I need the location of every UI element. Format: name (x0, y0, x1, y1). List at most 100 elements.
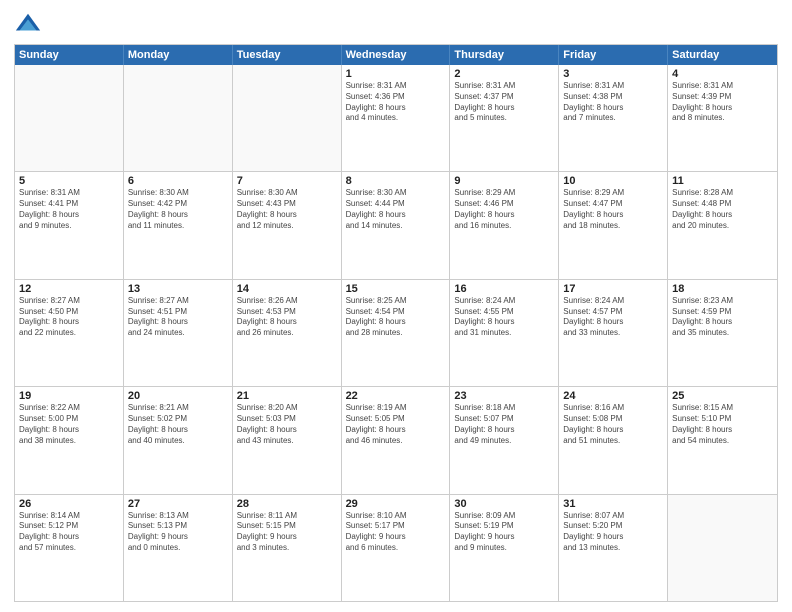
calendar-cell (124, 65, 233, 171)
cell-info: Sunrise: 8:18 AM Sunset: 5:07 PM Dayligh… (454, 403, 554, 446)
day-header-wednesday: Wednesday (342, 45, 451, 65)
calendar-cell: 15Sunrise: 8:25 AM Sunset: 4:54 PM Dayli… (342, 280, 451, 386)
cell-info: Sunrise: 8:26 AM Sunset: 4:53 PM Dayligh… (237, 296, 337, 339)
cell-info: Sunrise: 8:31 AM Sunset: 4:36 PM Dayligh… (346, 81, 446, 124)
cell-info: Sunrise: 8:19 AM Sunset: 5:05 PM Dayligh… (346, 403, 446, 446)
cell-info: Sunrise: 8:30 AM Sunset: 4:42 PM Dayligh… (128, 188, 228, 231)
day-number: 3 (563, 68, 663, 80)
day-number: 19 (19, 390, 119, 402)
calendar-cell: 25Sunrise: 8:15 AM Sunset: 5:10 PM Dayli… (668, 387, 777, 493)
day-number: 6 (128, 175, 228, 187)
calendar-cell: 10Sunrise: 8:29 AM Sunset: 4:47 PM Dayli… (559, 172, 668, 278)
cell-info: Sunrise: 8:16 AM Sunset: 5:08 PM Dayligh… (563, 403, 663, 446)
calendar-row-3: 19Sunrise: 8:22 AM Sunset: 5:00 PM Dayli… (15, 386, 777, 493)
logo-icon (14, 10, 42, 38)
calendar-row-4: 26Sunrise: 8:14 AM Sunset: 5:12 PM Dayli… (15, 494, 777, 601)
calendar-cell: 24Sunrise: 8:16 AM Sunset: 5:08 PM Dayli… (559, 387, 668, 493)
calendar-cell: 17Sunrise: 8:24 AM Sunset: 4:57 PM Dayli… (559, 280, 668, 386)
day-number: 18 (672, 283, 773, 295)
calendar-cell: 22Sunrise: 8:19 AM Sunset: 5:05 PM Dayli… (342, 387, 451, 493)
calendar-cell (668, 495, 777, 601)
day-number: 2 (454, 68, 554, 80)
cell-info: Sunrise: 8:07 AM Sunset: 5:20 PM Dayligh… (563, 511, 663, 554)
calendar-cell (233, 65, 342, 171)
cell-info: Sunrise: 8:29 AM Sunset: 4:47 PM Dayligh… (563, 188, 663, 231)
cell-info: Sunrise: 8:29 AM Sunset: 4:46 PM Dayligh… (454, 188, 554, 231)
calendar-cell: 30Sunrise: 8:09 AM Sunset: 5:19 PM Dayli… (450, 495, 559, 601)
header (14, 10, 778, 38)
cell-info: Sunrise: 8:21 AM Sunset: 5:02 PM Dayligh… (128, 403, 228, 446)
day-number: 24 (563, 390, 663, 402)
day-number: 25 (672, 390, 773, 402)
day-number: 30 (454, 498, 554, 510)
cell-info: Sunrise: 8:27 AM Sunset: 4:50 PM Dayligh… (19, 296, 119, 339)
day-number: 11 (672, 175, 773, 187)
day-header-sunday: Sunday (15, 45, 124, 65)
day-number: 1 (346, 68, 446, 80)
cell-info: Sunrise: 8:31 AM Sunset: 4:38 PM Dayligh… (563, 81, 663, 124)
calendar-cell: 29Sunrise: 8:10 AM Sunset: 5:17 PM Dayli… (342, 495, 451, 601)
cell-info: Sunrise: 8:30 AM Sunset: 4:43 PM Dayligh… (237, 188, 337, 231)
calendar-cell: 31Sunrise: 8:07 AM Sunset: 5:20 PM Dayli… (559, 495, 668, 601)
day-number: 23 (454, 390, 554, 402)
calendar-cell: 4Sunrise: 8:31 AM Sunset: 4:39 PM Daylig… (668, 65, 777, 171)
day-number: 31 (563, 498, 663, 510)
calendar-cell: 27Sunrise: 8:13 AM Sunset: 5:13 PM Dayli… (124, 495, 233, 601)
cell-info: Sunrise: 8:14 AM Sunset: 5:12 PM Dayligh… (19, 511, 119, 554)
cell-info: Sunrise: 8:24 AM Sunset: 4:57 PM Dayligh… (563, 296, 663, 339)
day-number: 29 (346, 498, 446, 510)
cell-info: Sunrise: 8:20 AM Sunset: 5:03 PM Dayligh… (237, 403, 337, 446)
calendar-row-1: 5Sunrise: 8:31 AM Sunset: 4:41 PM Daylig… (15, 171, 777, 278)
calendar-cell: 16Sunrise: 8:24 AM Sunset: 4:55 PM Dayli… (450, 280, 559, 386)
day-header-saturday: Saturday (668, 45, 777, 65)
cell-info: Sunrise: 8:10 AM Sunset: 5:17 PM Dayligh… (346, 511, 446, 554)
calendar-cell: 19Sunrise: 8:22 AM Sunset: 5:00 PM Dayli… (15, 387, 124, 493)
cell-info: Sunrise: 8:31 AM Sunset: 4:37 PM Dayligh… (454, 81, 554, 124)
calendar-cell: 13Sunrise: 8:27 AM Sunset: 4:51 PM Dayli… (124, 280, 233, 386)
calendar-cell: 23Sunrise: 8:18 AM Sunset: 5:07 PM Dayli… (450, 387, 559, 493)
cell-info: Sunrise: 8:15 AM Sunset: 5:10 PM Dayligh… (672, 403, 773, 446)
calendar-cell: 5Sunrise: 8:31 AM Sunset: 4:41 PM Daylig… (15, 172, 124, 278)
cell-info: Sunrise: 8:27 AM Sunset: 4:51 PM Dayligh… (128, 296, 228, 339)
calendar-cell: 18Sunrise: 8:23 AM Sunset: 4:59 PM Dayli… (668, 280, 777, 386)
day-header-tuesday: Tuesday (233, 45, 342, 65)
cell-info: Sunrise: 8:11 AM Sunset: 5:15 PM Dayligh… (237, 511, 337, 554)
day-number: 21 (237, 390, 337, 402)
cell-info: Sunrise: 8:24 AM Sunset: 4:55 PM Dayligh… (454, 296, 554, 339)
calendar-header: SundayMondayTuesdayWednesdayThursdayFrid… (15, 45, 777, 65)
cell-info: Sunrise: 8:23 AM Sunset: 4:59 PM Dayligh… (672, 296, 773, 339)
day-number: 28 (237, 498, 337, 510)
calendar-row-2: 12Sunrise: 8:27 AM Sunset: 4:50 PM Dayli… (15, 279, 777, 386)
day-header-friday: Friday (559, 45, 668, 65)
calendar-cell (15, 65, 124, 171)
day-number: 26 (19, 498, 119, 510)
cell-info: Sunrise: 8:22 AM Sunset: 5:00 PM Dayligh… (19, 403, 119, 446)
logo (14, 10, 46, 38)
day-number: 4 (672, 68, 773, 80)
day-number: 8 (346, 175, 446, 187)
calendar-cell: 12Sunrise: 8:27 AM Sunset: 4:50 PM Dayli… (15, 280, 124, 386)
calendar-cell: 6Sunrise: 8:30 AM Sunset: 4:42 PM Daylig… (124, 172, 233, 278)
calendar-row-0: 1Sunrise: 8:31 AM Sunset: 4:36 PM Daylig… (15, 65, 777, 171)
calendar-cell: 7Sunrise: 8:30 AM Sunset: 4:43 PM Daylig… (233, 172, 342, 278)
calendar-cell: 14Sunrise: 8:26 AM Sunset: 4:53 PM Dayli… (233, 280, 342, 386)
cell-info: Sunrise: 8:30 AM Sunset: 4:44 PM Dayligh… (346, 188, 446, 231)
calendar-cell: 3Sunrise: 8:31 AM Sunset: 4:38 PM Daylig… (559, 65, 668, 171)
cell-info: Sunrise: 8:09 AM Sunset: 5:19 PM Dayligh… (454, 511, 554, 554)
calendar-cell: 28Sunrise: 8:11 AM Sunset: 5:15 PM Dayli… (233, 495, 342, 601)
day-number: 12 (19, 283, 119, 295)
day-number: 17 (563, 283, 663, 295)
cell-info: Sunrise: 8:31 AM Sunset: 4:41 PM Dayligh… (19, 188, 119, 231)
calendar-body: 1Sunrise: 8:31 AM Sunset: 4:36 PM Daylig… (15, 65, 777, 601)
cell-info: Sunrise: 8:31 AM Sunset: 4:39 PM Dayligh… (672, 81, 773, 124)
calendar-cell: 9Sunrise: 8:29 AM Sunset: 4:46 PM Daylig… (450, 172, 559, 278)
day-number: 13 (128, 283, 228, 295)
day-header-monday: Monday (124, 45, 233, 65)
calendar-cell: 1Sunrise: 8:31 AM Sunset: 4:36 PM Daylig… (342, 65, 451, 171)
calendar: SundayMondayTuesdayWednesdayThursdayFrid… (14, 44, 778, 602)
day-number: 10 (563, 175, 663, 187)
calendar-cell: 2Sunrise: 8:31 AM Sunset: 4:37 PM Daylig… (450, 65, 559, 171)
day-header-thursday: Thursday (450, 45, 559, 65)
day-number: 22 (346, 390, 446, 402)
calendar-cell: 11Sunrise: 8:28 AM Sunset: 4:48 PM Dayli… (668, 172, 777, 278)
